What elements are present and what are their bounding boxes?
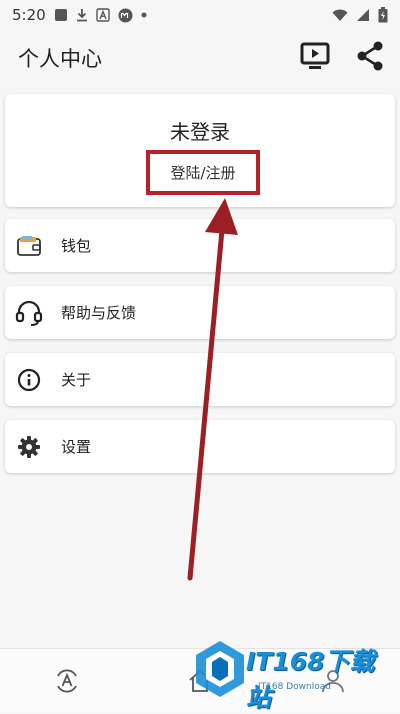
tv-play-icon[interactable]	[300, 42, 330, 74]
watermark-subtitle: IT168 Download	[258, 682, 331, 692]
gear-icon	[15, 433, 43, 461]
menu-item-wallet[interactable]: 钱包	[5, 219, 395, 272]
login-status: 未登录	[170, 120, 230, 144]
menu-label-help: 帮助与反馈	[61, 304, 137, 322]
login-register-button[interactable]: 登陆/注册	[146, 150, 260, 195]
menu-item-help[interactable]: 帮助与反馈	[5, 286, 395, 339]
dot-icon	[141, 12, 147, 18]
headset-icon	[15, 299, 43, 327]
status-bar: 5:20	[0, 0, 400, 30]
signal-icon	[356, 8, 370, 22]
info-icon	[15, 366, 43, 394]
profile-card: 未登录 登陆/注册	[5, 94, 395, 207]
watermark-logo-icon	[196, 641, 244, 697]
notification-box-icon	[54, 8, 68, 22]
wifi-icon	[332, 8, 348, 22]
menu-label-settings: 设置	[61, 438, 92, 456]
menu-item-about[interactable]: 关于	[5, 353, 395, 406]
menu-item-settings[interactable]: 设置	[5, 420, 395, 473]
watermark-title: IT168下载站	[246, 647, 375, 712]
watermark: IT168下载站 IT168 Download	[190, 634, 395, 712]
app-bar: 个人中心	[0, 30, 400, 86]
battery-icon	[378, 7, 388, 23]
page-title: 个人中心	[18, 47, 102, 71]
m-circle-icon	[118, 8, 133, 23]
app-store-icon[interactable]	[37, 656, 97, 706]
wallet-icon	[15, 232, 43, 260]
a-box-icon	[95, 8, 110, 22]
status-time: 5:20	[12, 6, 46, 24]
login-register-label: 登陆/注册	[170, 164, 236, 182]
menu-label-about: 关于	[61, 371, 92, 389]
share-icon[interactable]	[356, 41, 384, 75]
download-icon	[76, 8, 88, 22]
menu-label-wallet: 钱包	[61, 237, 92, 255]
